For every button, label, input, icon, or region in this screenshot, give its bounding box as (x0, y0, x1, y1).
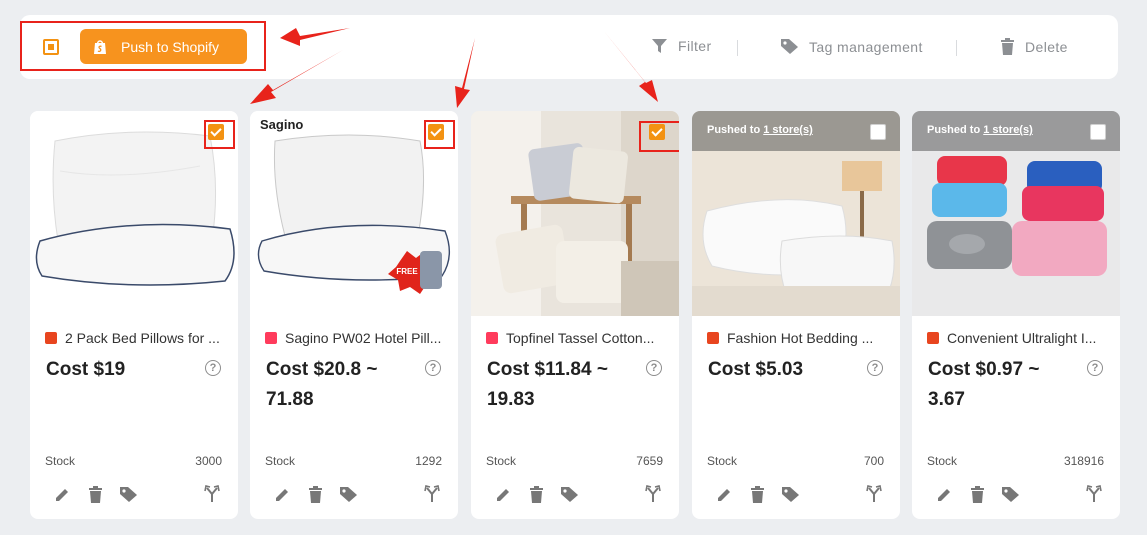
stock-label: Stock (707, 454, 738, 468)
stock-value: 700 (863, 454, 884, 468)
question-circle-icon[interactable]: ? (646, 360, 662, 376)
pushed-status-bar: Pushed to 1 store(s) (692, 111, 900, 151)
pushed-prefix: Pushed to (927, 124, 984, 136)
product-cost: Cost $0.97 ~ 3.67 (928, 359, 1040, 410)
star-source-icon (265, 332, 277, 344)
pencil-icon[interactable] (53, 485, 72, 504)
delete-button[interactable]: Delete (1000, 38, 1068, 55)
annotation-box-checkbox (639, 121, 679, 152)
tag-management-label: Tag management (809, 38, 923, 55)
aliexpress-icon (45, 332, 57, 344)
product-card[interactable]: Topfinel Tassel Cotton... Cost $11.84 ~ … (471, 111, 679, 519)
product-cost: Cost $11.84 ~ 19.83 (487, 359, 608, 410)
trash-icon[interactable] (748, 485, 767, 504)
tag-management-button[interactable]: Tag management (780, 38, 923, 55)
product-title-row[interactable]: Fashion Hot Bedding ... (707, 330, 890, 346)
product-title-row[interactable]: Convenient Ultralight I... (927, 330, 1110, 346)
split-icon[interactable] (204, 485, 220, 503)
product-title-row[interactable]: 2 Pack Bed Pillows for ... (45, 330, 228, 346)
split-icon[interactable] (645, 485, 661, 503)
stock-value: 3000 (195, 454, 222, 468)
toolbar-divider (956, 40, 957, 56)
brand-logo: Sagino (260, 117, 304, 132)
pencil-icon[interactable] (494, 485, 513, 504)
product-title: Topfinel Tassel Cotton... (506, 330, 655, 346)
pencil-icon[interactable] (273, 485, 292, 504)
tag-icon[interactable] (1001, 485, 1020, 504)
trash-icon (1001, 38, 1014, 55)
product-card[interactable]: Pushed to 1 store(s) Convenient Ultralig… (912, 111, 1120, 519)
product-title-row[interactable]: Sagino PW02 Hotel Pill... (265, 330, 448, 346)
filter-icon (652, 39, 667, 53)
stock-label: Stock (927, 454, 958, 468)
pushed-stores-link[interactable]: 1 store(s) (763, 124, 813, 136)
product-cost: Cost $5.03 (708, 359, 804, 380)
product-title: Sagino PW02 Hotel Pill... (285, 330, 442, 346)
free-badge: FREE (396, 267, 418, 276)
question-circle-icon[interactable]: ? (425, 360, 441, 376)
trash-icon[interactable] (527, 485, 546, 504)
product-checkbox[interactable] (1090, 124, 1106, 140)
product-title: Convenient Ultralight I... (947, 330, 1097, 346)
stock-value: 7659 (636, 454, 663, 468)
tag-icon[interactable] (781, 485, 800, 504)
pushed-stores-link[interactable]: 1 store(s) (983, 124, 1033, 136)
aliexpress-icon (707, 332, 719, 344)
delete-label: Delete (1025, 38, 1068, 55)
split-icon[interactable] (866, 485, 882, 503)
tag-icon (781, 39, 798, 54)
tag-icon[interactable] (560, 485, 579, 504)
filter-button[interactable]: Filter (651, 38, 712, 54)
product-cost: Cost $20.8 ~ 71.88 (266, 359, 378, 410)
product-title: Fashion Hot Bedding ... (727, 330, 874, 346)
split-icon[interactable] (1086, 485, 1102, 503)
question-circle-icon[interactable]: ? (1087, 360, 1103, 376)
stock-label: Stock (265, 454, 296, 468)
product-card[interactable]: Pushed to 1 store(s) Fashion Hot Bedding… (692, 111, 900, 519)
trash-icon[interactable] (306, 485, 325, 504)
product-title-row[interactable]: Topfinel Tassel Cotton... (486, 330, 669, 346)
pencil-icon[interactable] (935, 485, 954, 504)
card-actions (273, 485, 358, 504)
aliexpress-icon (927, 332, 939, 344)
annotation-box-checkbox (424, 120, 455, 149)
card-actions (715, 485, 800, 504)
star-source-icon (486, 332, 498, 344)
stock-value: 1292 (415, 454, 442, 468)
card-actions (53, 485, 138, 504)
product-card[interactable]: 2 Pack Bed Pillows for ... Cost $19 ? St… (30, 111, 238, 519)
question-circle-icon[interactable]: ? (205, 360, 221, 376)
product-checkbox[interactable] (870, 124, 886, 140)
trash-icon[interactable] (86, 485, 105, 504)
pushed-status-bar: Pushed to 1 store(s) (912, 111, 1120, 151)
stock-value: 318916 (1063, 454, 1104, 468)
toolbar-divider (737, 40, 738, 56)
product-cost: Cost $19 (46, 359, 126, 380)
trash-icon[interactable] (968, 485, 987, 504)
filter-label: Filter (678, 38, 712, 54)
split-icon[interactable] (424, 485, 440, 503)
card-actions (494, 485, 579, 504)
stock-label: Stock (45, 454, 76, 468)
tag-icon[interactable] (339, 485, 358, 504)
question-circle-icon[interactable]: ? (867, 360, 883, 376)
pushed-prefix: Pushed to (707, 124, 764, 136)
card-actions (935, 485, 1020, 504)
annotation-box-checkbox (204, 120, 235, 149)
stock-label: Stock (486, 454, 517, 468)
product-card[interactable]: Sagino FREE Sagino PW02 Hotel Pill... Co… (250, 111, 458, 519)
product-title: 2 Pack Bed Pillows for ... (65, 330, 220, 346)
pencil-icon[interactable] (715, 485, 734, 504)
tag-icon[interactable] (119, 485, 138, 504)
